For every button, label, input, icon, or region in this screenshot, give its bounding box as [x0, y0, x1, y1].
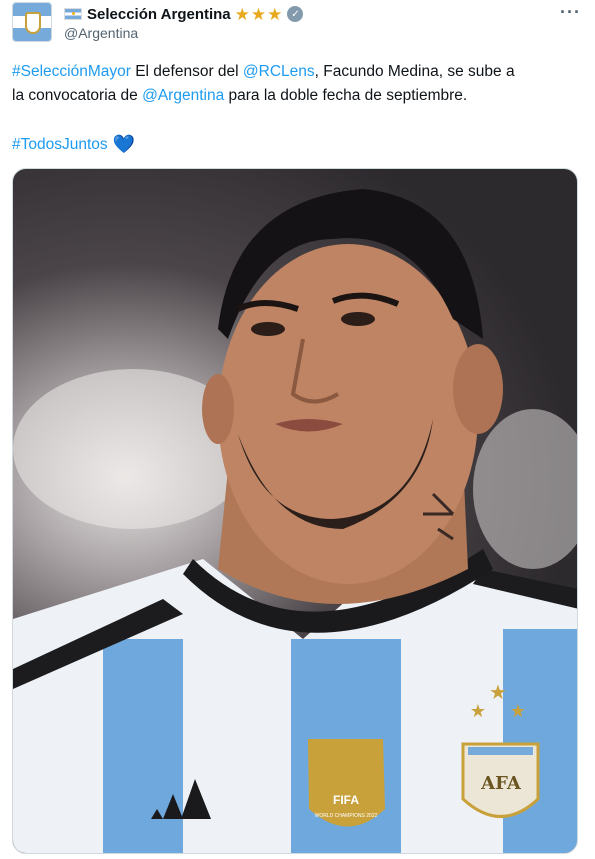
star-icon: ★: [234, 4, 250, 24]
tweet-header: Selección Argentina ★ ★ ★ ✓ @Argentina ·…: [12, 2, 583, 44]
ear: [453, 344, 503, 434]
ear: [202, 374, 234, 444]
afa-crest-text: AFA: [480, 773, 522, 794]
display-name[interactable]: Selección Argentina: [87, 6, 231, 23]
avatar[interactable]: [12, 2, 52, 42]
tweet-text: #SelecciónMayor El defensor del @RCLens,…: [12, 60, 583, 108]
hashtag-seleccion-mayor[interactable]: #SelecciónMayor: [12, 63, 131, 80]
fifa-badge-sub: WORLD CHAMPIONS 2022: [315, 813, 378, 819]
tweet-photo[interactable]: FIFA WORLD CHAMPIONS 2022 ★ ★ ★ AFA: [12, 168, 578, 854]
hashtag-todos-juntos[interactable]: #TodosJuntos: [12, 136, 108, 153]
more-options-icon[interactable]: ···: [560, 2, 581, 23]
eye: [251, 322, 285, 336]
blue-heart-icon: 💙: [112, 134, 136, 154]
mention-rclens[interactable]: @RCLens: [243, 63, 315, 80]
user-handle[interactable]: @Argentina: [64, 25, 138, 41]
eye: [341, 312, 375, 326]
afa-crest-icon: [25, 12, 41, 34]
hashtag-line: #TodosJuntos 💙: [12, 132, 135, 157]
mention-argentina[interactable]: @Argentina: [142, 87, 224, 104]
fifa-badge-text: FIFA: [333, 793, 359, 807]
stadium-light: [473, 409, 577, 569]
argentina-flag-icon: [64, 8, 82, 20]
svg-text:★: ★: [489, 682, 507, 704]
fifa-champions-badge: FIFA WORLD CHAMPIONS 2022: [308, 739, 385, 827]
svg-text:★: ★: [510, 701, 526, 721]
star-icon: ★: [267, 4, 283, 24]
verified-badge-icon[interactable]: ✓: [287, 6, 304, 22]
player-photo: FIFA WORLD CHAMPIONS 2022 ★ ★ ★ AFA: [13, 189, 577, 853]
tweet-text-segment: para la doble fecha de septiembre.: [224, 87, 468, 104]
tweet-text-segment: El defensor del: [130, 63, 243, 80]
tweet-text-segment: la convocatoria de: [12, 87, 143, 104]
star-icon: ★: [250, 4, 267, 24]
name-row: Selección Argentina ★ ★ ★ ✓: [64, 4, 304, 24]
jersey-stripe: [503, 629, 577, 853]
tweet-text-segment: , Facundo Medina, se sube a: [314, 63, 515, 80]
svg-text:★: ★: [470, 701, 486, 721]
jersey-stripe: [103, 639, 183, 853]
